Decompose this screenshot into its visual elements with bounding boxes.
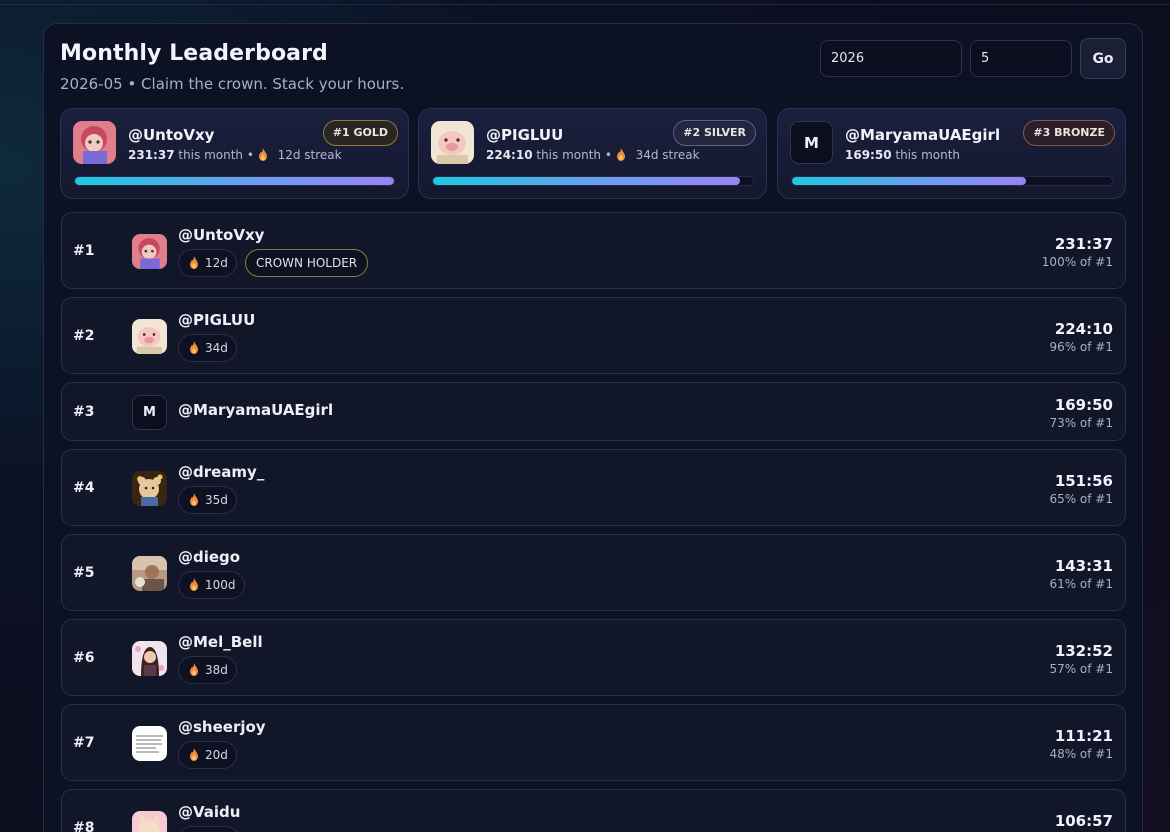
- streak-chip: [178, 826, 240, 832]
- username[interactable]: @sheerjoy: [178, 718, 266, 736]
- hours-value: 224:10: [1054, 320, 1113, 338]
- hours-value: 231:37: [1054, 235, 1113, 253]
- pink-character-avatar: [132, 234, 167, 269]
- username[interactable]: @dreamy_: [178, 463, 264, 481]
- leaderboard-row[interactable]: #2 @PIGLUU 34d 224:10 96% of #1: [61, 297, 1126, 374]
- podium-card-2[interactable]: @PIGLUU 224:10 this month • 34d streak #…: [418, 108, 767, 199]
- percent-of-first: 65% of #1: [1049, 492, 1113, 506]
- page-title: Monthly Leaderboard: [60, 41, 328, 66]
- leaderboard-row[interactable]: #4 @dreamy_ 35d 151:56 65% of #1: [61, 449, 1126, 526]
- podium-streak: 12d streak: [277, 148, 342, 162]
- username[interactable]: @Vaidu: [178, 803, 240, 821]
- progress-fill: [792, 177, 1026, 185]
- podium-period: this month: [895, 148, 961, 162]
- streak-chip: 20d: [178, 741, 237, 769]
- letter-avatar: M: [132, 395, 167, 430]
- percent-of-first: 48% of #1: [1049, 747, 1113, 761]
- rank-label: #3: [73, 404, 95, 420]
- streak-chip: 34d: [178, 334, 237, 362]
- percent-of-first: 61% of #1: [1049, 577, 1113, 591]
- flame-icon: [190, 578, 198, 591]
- podium-meta: 169:50 this month: [845, 148, 960, 162]
- rank-label: #4: [73, 480, 95, 496]
- streak-chip: 12d: [178, 249, 237, 277]
- photo-avatar: [132, 556, 167, 591]
- progress-fill: [75, 177, 394, 185]
- leaderboard-row[interactable]: #5 @diego 100d 143:31 61% of #1: [61, 534, 1126, 611]
- top-divider: [0, 0, 1170, 5]
- letter-avatar: M: [790, 121, 833, 164]
- flame-icon: [190, 748, 198, 761]
- streak-chip: 35d: [178, 486, 237, 514]
- hours-value: 169:50: [1054, 396, 1113, 414]
- podium-meta: 224:10 this month • 34d streak: [486, 148, 700, 162]
- flame-icon: [258, 148, 267, 161]
- username[interactable]: @diego: [178, 548, 240, 566]
- percent-of-first: 96% of #1: [1049, 340, 1113, 354]
- note-avatar: [132, 726, 167, 761]
- username[interactable]: @UntoVxy: [178, 226, 264, 244]
- podium-card-3[interactable]: M @MaryamaUAEgirl 169:50 this month #3 B…: [777, 108, 1126, 199]
- gold-badge: #1 GOLD: [322, 120, 398, 146]
- podium-period: this month •: [536, 148, 612, 162]
- rank-label: #1: [73, 243, 95, 259]
- leaderboard-row[interactable]: #7 @sheerjoy 20d 111:21 48% of #1: [61, 704, 1126, 781]
- podium-period: this month •: [178, 148, 254, 162]
- podium-name: @PIGLUU: [486, 126, 564, 144]
- flame-icon: [190, 341, 198, 354]
- hours-value: 143:31: [1054, 557, 1113, 575]
- portrait-avatar: [132, 641, 167, 676]
- pig-character-avatar: [132, 319, 167, 354]
- pink-character-avatar: [73, 121, 116, 164]
- podium-hours: 224:10: [486, 148, 533, 162]
- leaderboard-card: Monthly Leaderboard 2026-05 • Claim the …: [43, 23, 1143, 832]
- streak-chip: 100d: [178, 571, 245, 599]
- percent-of-first: 73% of #1: [1049, 416, 1113, 430]
- leaderboard-row[interactable]: #3 M @MaryamaUAEgirl 169:50 73% of #1: [61, 382, 1126, 441]
- leaderboard-row[interactable]: #1 @UntoVxy 12d CROWN HOLDER 231:37 100%…: [61, 212, 1126, 289]
- rank-label: #2: [73, 328, 95, 344]
- rank-label: #8: [73, 820, 95, 832]
- progress-bar: [432, 176, 754, 186]
- rank-label: #6: [73, 650, 95, 666]
- go-button[interactable]: Go: [1080, 38, 1126, 79]
- hours-value: 151:56: [1054, 472, 1113, 490]
- podium-name: @UntoVxy: [128, 126, 215, 144]
- username[interactable]: @MaryamaUAEgirl: [178, 401, 333, 419]
- month-input[interactable]: [970, 40, 1072, 77]
- percent-of-first: 100% of #1: [1041, 255, 1113, 269]
- page-subtitle: 2026-05 • Claim the crown. Stack your ho…: [60, 75, 405, 93]
- streak-chip: 38d: [178, 656, 237, 684]
- flame-icon: [190, 256, 198, 269]
- hours-value: 132:52: [1054, 642, 1113, 660]
- podium-meta: 231:37 this month • 12d streak: [128, 148, 342, 162]
- username[interactable]: @PIGLUU: [178, 311, 255, 329]
- teddy-bear-avatar: [132, 471, 167, 506]
- cat-avatar: [132, 811, 167, 832]
- rank-label: #5: [73, 565, 95, 581]
- podium-hours: 231:37: [128, 148, 175, 162]
- pig-character-avatar: [431, 121, 474, 164]
- rank-label: #7: [73, 735, 95, 751]
- leaderboard-row[interactable]: #8 @Vaidu 106:57: [61, 789, 1126, 832]
- podium-card-1[interactable]: @UntoVxy 231:37 this month • 12d streak …: [60, 108, 409, 199]
- podium-hours: 169:50: [845, 148, 892, 162]
- username[interactable]: @Mel_Bell: [178, 633, 263, 651]
- progress-bar: [74, 176, 395, 186]
- percent-of-first: 57% of #1: [1049, 662, 1113, 676]
- progress-bar: [791, 176, 1113, 186]
- hours-value: 106:57: [1054, 812, 1113, 830]
- silver-badge: #2 SILVER: [673, 120, 756, 146]
- bronze-badge: #3 BRONZE: [1023, 120, 1115, 146]
- hours-value: 111:21: [1054, 727, 1113, 745]
- podium-name: @MaryamaUAEgirl: [845, 126, 1001, 144]
- crown-holder-badge: CROWN HOLDER: [245, 249, 369, 277]
- leaderboard-row[interactable]: #6 @Mel_Bell 38d 132:52 57% of #1: [61, 619, 1126, 696]
- flame-icon: [616, 148, 625, 161]
- flame-icon: [190, 493, 198, 506]
- podium-streak: 34d streak: [635, 148, 700, 162]
- year-input[interactable]: [820, 40, 962, 77]
- flame-icon: [190, 663, 198, 676]
- progress-fill: [433, 177, 741, 185]
